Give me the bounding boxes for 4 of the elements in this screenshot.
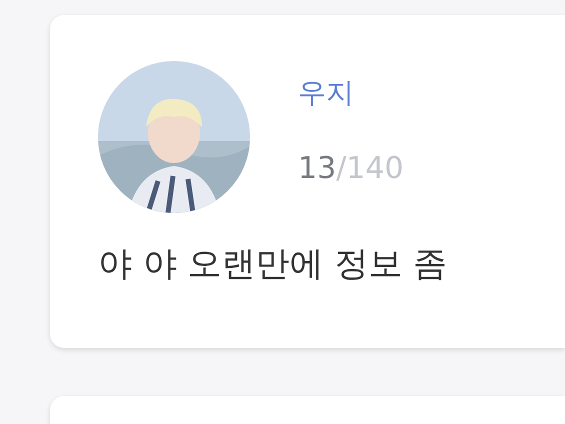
character-count: 13	[298, 150, 336, 188]
message-text: 야 야 오랜만에 정보 좀	[98, 243, 448, 286]
character-limit: /140	[336, 150, 404, 188]
user-name: 우지	[298, 75, 355, 111]
